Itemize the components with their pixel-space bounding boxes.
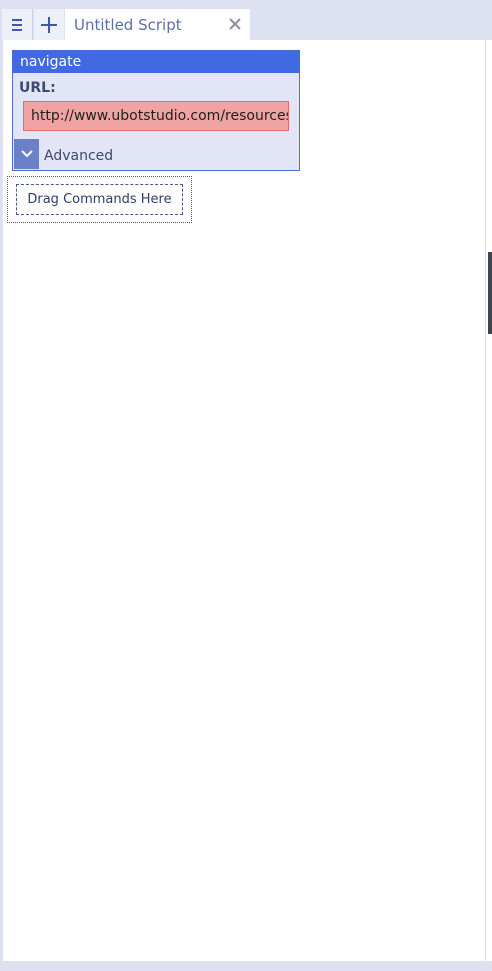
bottom-bar [0,961,492,971]
drop-zone[interactable]: Drag Commands Here [7,176,192,223]
close-icon[interactable] [228,17,242,31]
tab-bar: Untitled Script [0,0,492,40]
advanced-toggle-button[interactable] [14,139,39,169]
menu-button[interactable] [2,9,33,40]
chevron-down-icon [20,150,33,158]
hamburger-icon [12,18,22,31]
plus-icon [41,16,57,33]
url-label: URL: [19,80,56,96]
scrollbar-thumb[interactable] [488,252,492,334]
drop-zone-label: Drag Commands Here [16,184,183,215]
advanced-label[interactable]: Advanced [44,148,113,164]
command-title[interactable]: navigate [13,51,299,73]
new-tab-button[interactable] [34,9,64,40]
navigate-command-block[interactable]: navigate URL: Advanced [12,50,300,171]
tab-title: Untitled Script [74,16,182,34]
right-edge [485,40,492,961]
tab-untitled-script[interactable]: Untitled Script [65,9,250,40]
url-input[interactable] [23,101,289,131]
